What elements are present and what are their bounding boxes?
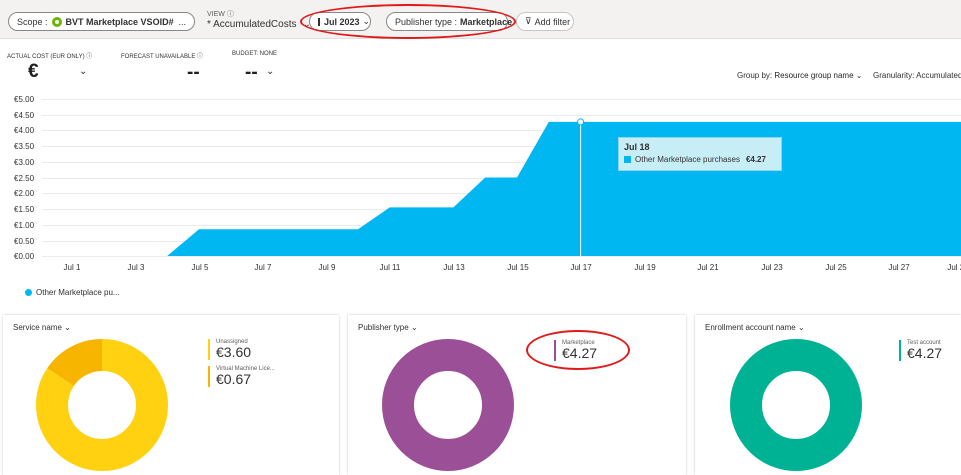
legend-item: Test account €4.27 [899, 340, 942, 361]
donut-chart [382, 339, 514, 471]
chevron-down-icon: ⌄ [64, 323, 71, 332]
card-title: Enrollment account name [705, 323, 796, 332]
card-title-selector[interactable]: Publisher type ⌄ [358, 323, 418, 332]
legend-value: €0.67 [216, 371, 252, 387]
x-tick: Jul 9 [318, 263, 336, 272]
x-tick: Jul 17 [570, 263, 592, 272]
legend-item: Virtual Machine Lice... €0.67 [208, 366, 275, 387]
x-tick: Jul 7 [254, 263, 272, 272]
donut-chart [36, 339, 168, 471]
x-tick: Jul 1 [63, 263, 81, 272]
chart-legend-item[interactable]: Other Marketplace pu... [25, 288, 120, 297]
card-title: Publisher type [358, 323, 409, 332]
x-tick: Jul 25 [825, 263, 847, 272]
x-tick: Jul 21 [697, 263, 719, 272]
x-tick: Jul 27 [888, 263, 910, 272]
legend-label: Other Marketplace pu... [36, 288, 120, 297]
hover-point [577, 118, 585, 126]
chart-tooltip: Jul 18 Other Marketplace purchases €4.27 [618, 137, 782, 171]
donut-segment[interactable] [382, 339, 514, 471]
x-tick: Jul 29 [947, 263, 961, 272]
chevron-down-icon: ⌄ [797, 323, 805, 332]
x-tick: Jul 23 [761, 263, 783, 272]
x-tick: Jul 15 [507, 263, 529, 272]
card-title-selector[interactable]: Service name ⌄ [13, 323, 71, 332]
tooltip-date: Jul 18 [624, 142, 650, 152]
card-title-selector[interactable]: Enrollment account name ⌄ [705, 323, 805, 332]
tooltip-value: €4.27 [745, 155, 766, 164]
donut-segment[interactable] [730, 339, 862, 471]
x-tick: Jul 19 [634, 263, 656, 272]
area-series[interactable] [40, 121, 961, 256]
chevron-down-icon: ⌄ [410, 323, 418, 332]
legend-item: Unassigned €3.60 [208, 339, 251, 360]
legend-item: Marketplace €4.27 [554, 340, 597, 361]
donut-chart [730, 339, 862, 471]
legend-value: €4.27 [562, 345, 598, 361]
tooltip-swatch [624, 156, 631, 163]
legend-value: €3.60 [216, 344, 252, 360]
card-title: Service name [13, 323, 62, 332]
tooltip-series: Other Marketplace purchases [635, 155, 740, 164]
service-name-card: Service name ⌄ Unassigned €3.60 Virtual … [3, 315, 339, 475]
x-tick: Jul 11 [379, 263, 401, 272]
legend-value: €4.27 [907, 345, 943, 361]
publisher-type-card: Publisher type ⌄ Marketplace €4.27 [348, 315, 686, 475]
x-tick: Jul 13 [443, 263, 465, 272]
enrollment-account-card: Enrollment account name ⌄ Test account €… [695, 315, 961, 475]
area-plot [40, 118, 961, 256]
legend-dot [25, 289, 32, 296]
x-tick: Jul 3 [127, 263, 145, 272]
x-tick: Jul 5 [191, 263, 209, 272]
